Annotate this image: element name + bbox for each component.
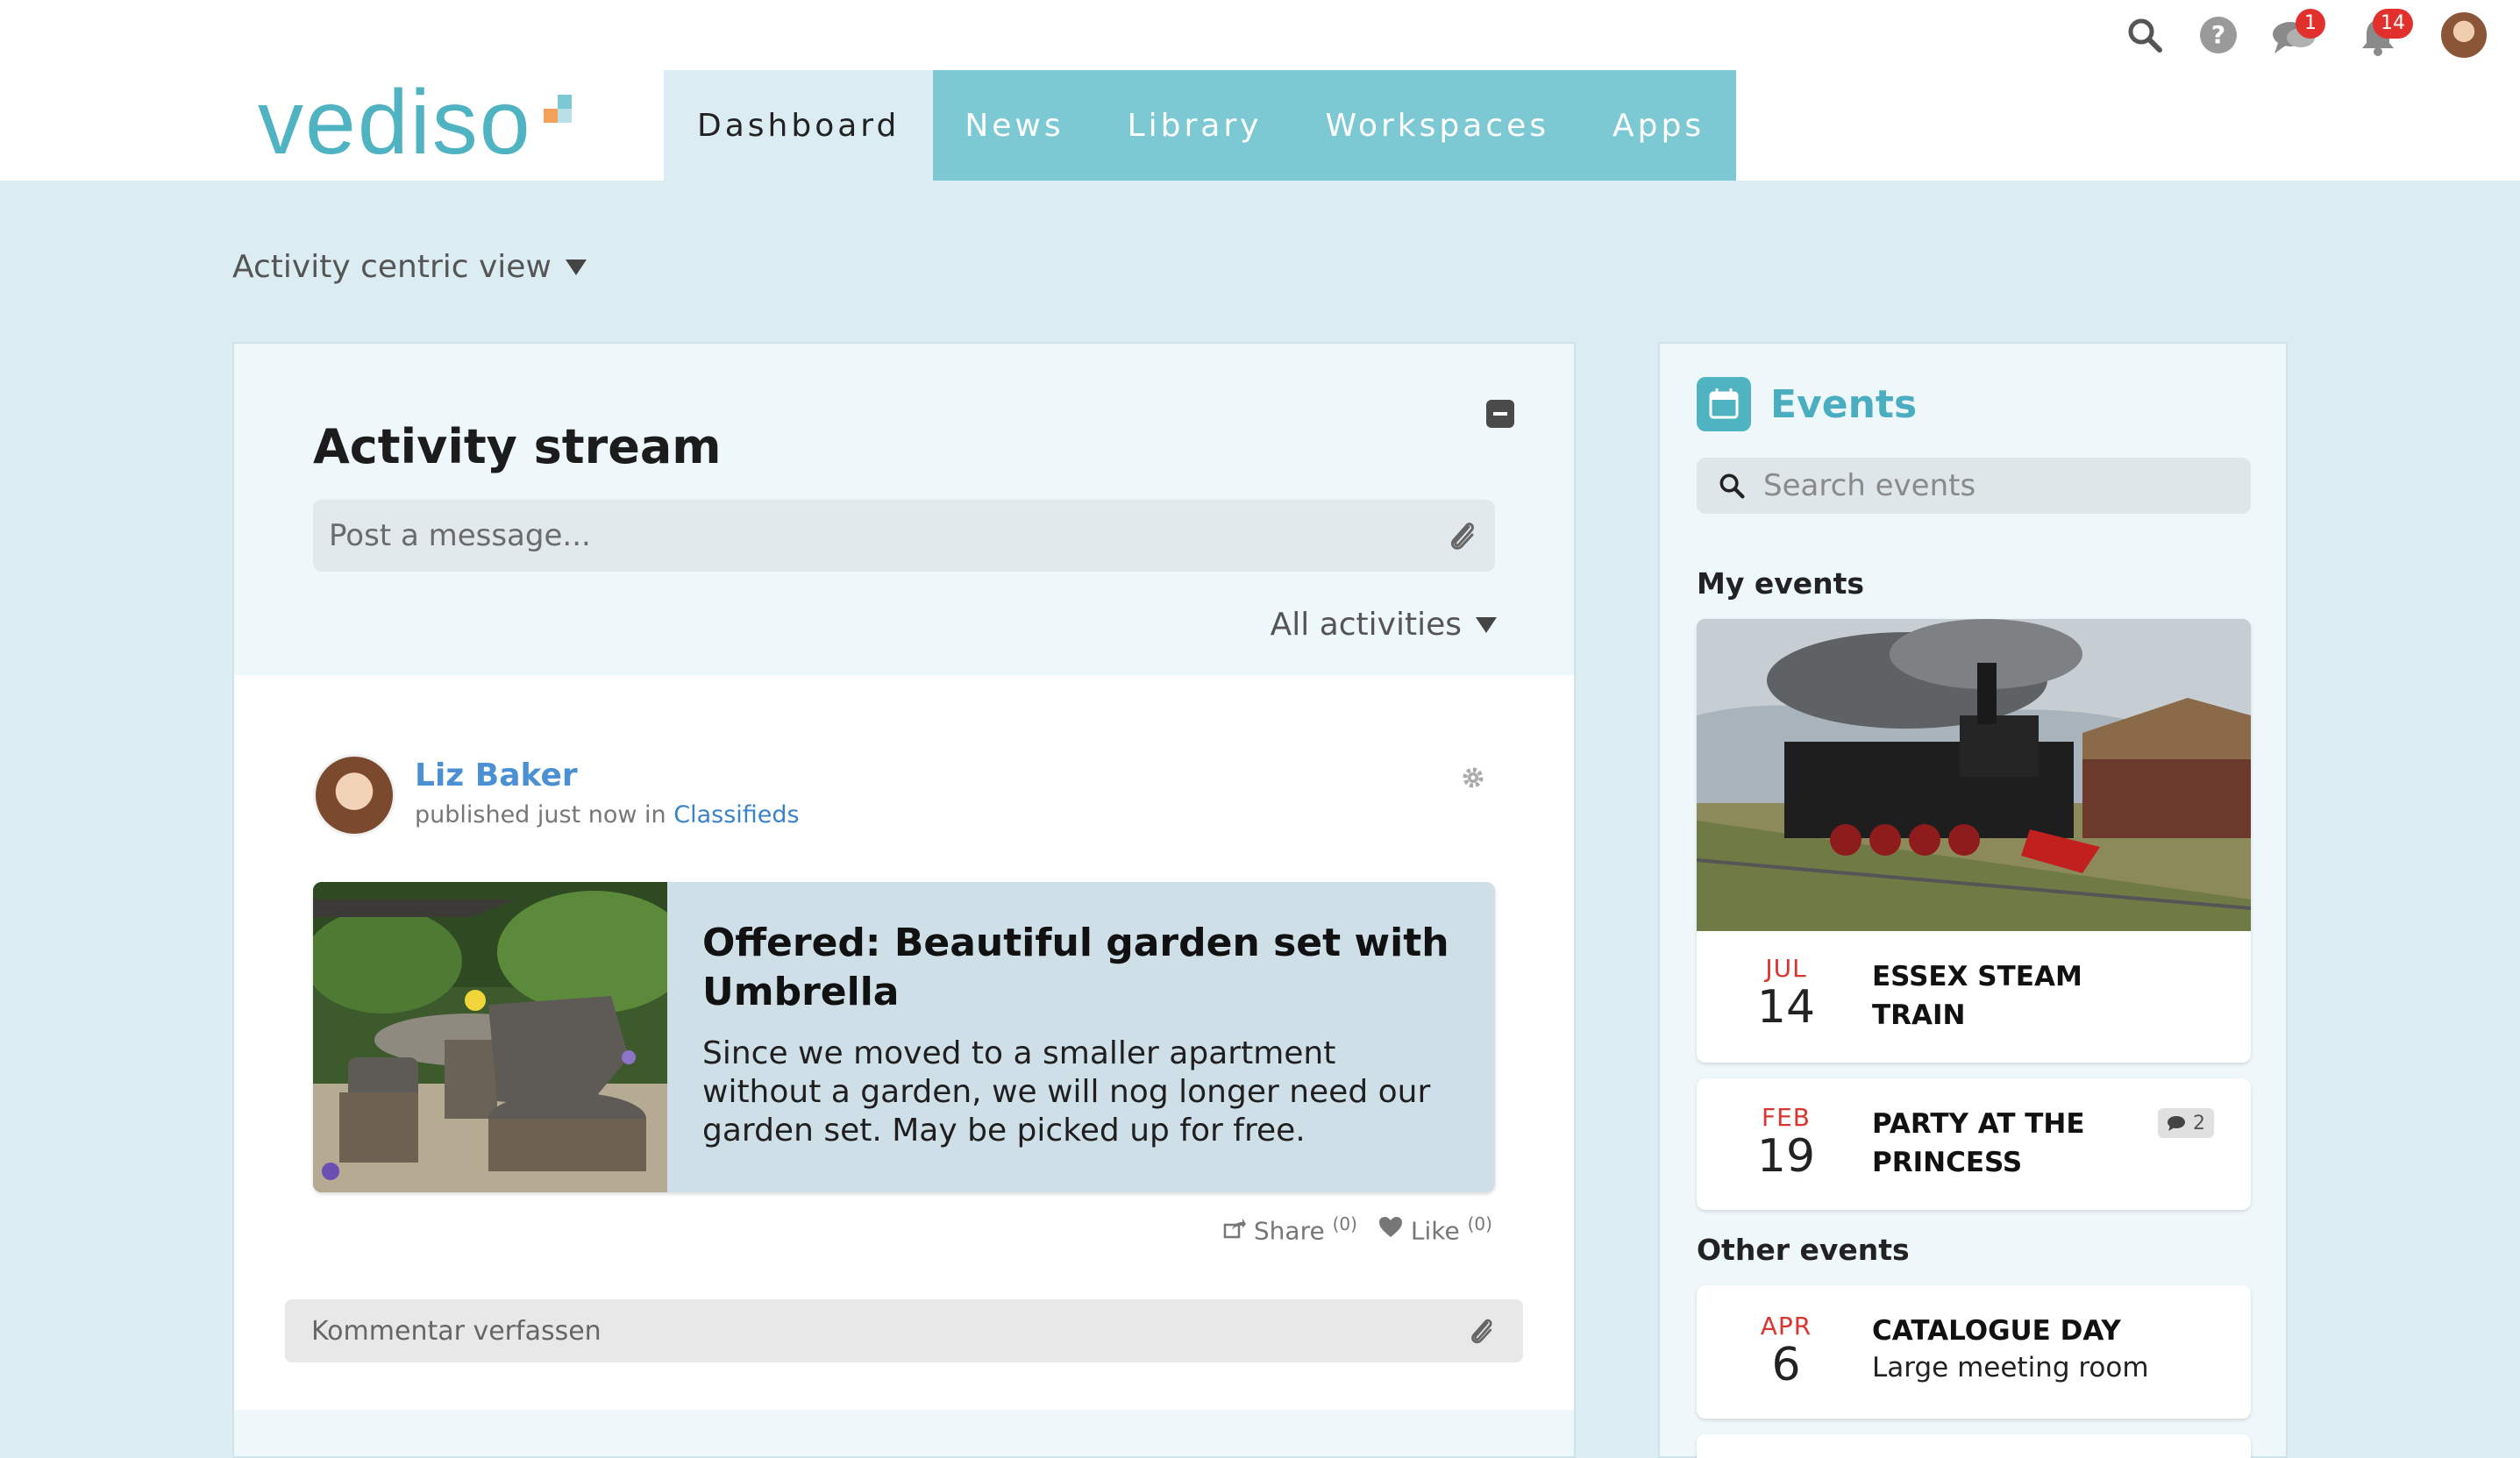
attachment-icon[interactable] <box>1465 1315 1497 1347</box>
garden-set-image <box>313 882 667 1192</box>
my-events-heading: My events <box>1697 566 1865 601</box>
view-selector-label: Activity centric view <box>232 249 552 285</box>
bell-icon[interactable]: 14 <box>2353 9 2413 61</box>
steam-train-image <box>1697 619 2251 931</box>
share-count: (0) <box>1332 1213 1357 1234</box>
tab-apps[interactable]: Apps <box>1581 70 1736 181</box>
event-date: JUL 14 <box>1697 954 1876 1032</box>
logo[interactable]: vediso <box>258 77 532 168</box>
post-meta: published just now in Classifieds <box>415 801 800 829</box>
post-divider <box>234 1410 1574 1429</box>
search-icon[interactable] <box>2120 11 2169 60</box>
tab-dashboard[interactable]: Dashboard <box>664 70 934 181</box>
activity-post: Liz Baker published just now in Classifi… <box>234 675 1574 1429</box>
event-location: Large meeting room <box>1872 1352 2149 1383</box>
activity-filter[interactable]: All activities <box>1271 607 1497 643</box>
collapse-icon[interactable] <box>1486 400 1514 428</box>
attachment-icon[interactable] <box>1444 518 1479 553</box>
event-search-input[interactable]: Search events <box>1697 458 2251 514</box>
top-header: vediso Dashboard News Library Workspaces… <box>0 0 2520 181</box>
caret-down-icon <box>1476 616 1497 633</box>
comment-placeholder: Kommentar verfassen <box>311 1315 602 1347</box>
event-day: 14 <box>1756 981 1816 1034</box>
classified-item-card[interactable]: Offered: Beautiful garden set with Umbre… <box>313 882 1495 1192</box>
chat-badge: 1 <box>2296 9 2325 39</box>
comment-count: 2 <box>2193 1112 2205 1134</box>
caret-down-icon <box>565 259 587 275</box>
comment-icon <box>2168 1116 2185 1131</box>
other-events-heading: Other events <box>1697 1233 1910 1267</box>
like-count: (0) <box>1467 1213 1492 1234</box>
tab-news[interactable]: News <box>933 70 1095 181</box>
svg-text:?: ? <box>2211 20 2225 49</box>
calendar-icon <box>1697 377 1751 431</box>
activity-filter-label: All activities <box>1270 607 1462 643</box>
like-button[interactable]: Like (0) <box>1378 1213 1492 1245</box>
main-nav: Dashboard News Library Workspaces Apps <box>664 70 1737 181</box>
share-button[interactable]: Share (0) <box>1223 1213 1357 1245</box>
post-message-placeholder: Post a message... <box>329 518 591 553</box>
gear-icon[interactable] <box>1460 765 1486 791</box>
classified-item-description: Since we moved to a smaller apartment wi… <box>702 1035 1431 1149</box>
tab-workspaces[interactable]: Workspaces <box>1293 70 1581 181</box>
post-place-link[interactable]: Classifieds <box>673 801 799 829</box>
event-card[interactable]: FEB 19 PARTY AT THE PRINCESS 2 <box>1697 1078 2251 1210</box>
like-label: Like <box>1410 1216 1460 1246</box>
classified-item-title[interactable]: Offered: Beautiful garden set with Umbre… <box>702 919 1456 1017</box>
logo-mark-icon <box>544 95 573 124</box>
view-selector[interactable]: Activity centric view <box>232 249 587 285</box>
event-card[interactable]: APR 6 CATALOGUE DAY Large meeting room <box>1697 1285 2251 1419</box>
chat-icon[interactable]: 1 <box>2269 9 2325 61</box>
event-name: CATALOGUE DAY <box>1872 1315 2121 1347</box>
event-month: FEB <box>1761 1103 1811 1132</box>
activity-stream-panel: Activity stream Post a message... All ac… <box>232 342 1576 1458</box>
events-title: Events <box>1770 382 1918 427</box>
event-search-placeholder: Search events <box>1763 468 1976 503</box>
events-panel: Events Search events My events JUL 14 ES… <box>1658 342 2288 1458</box>
event-name: ESSEX STEAM TRAIN <box>1872 961 2082 1031</box>
event-card[interactable]: JUL 14 ESSEX STEAM TRAIN <box>1697 619 2251 1063</box>
event-card[interactable] <box>1697 1434 2251 1458</box>
help-icon[interactable]: ? <box>2194 11 2243 60</box>
post-meta-text: published just now in <box>415 801 666 829</box>
event-month: APR <box>1760 1312 1812 1341</box>
search-icon <box>1719 473 1745 499</box>
comment-input[interactable]: Kommentar verfassen <box>285 1299 1523 1362</box>
user-avatar[interactable] <box>2439 11 2488 60</box>
heart-icon <box>1378 1217 1402 1238</box>
post-message-input[interactable]: Post a message... <box>313 500 1495 572</box>
event-name: PARTY AT THE PRINCESS <box>1872 1108 2085 1178</box>
tab-library[interactable]: Library <box>1096 70 1294 181</box>
comment-count-badge[interactable]: 2 <box>2158 1108 2214 1138</box>
event-day: 6 <box>1771 1339 1801 1391</box>
event-day: 19 <box>1756 1130 1816 1183</box>
activity-stream-title: Activity stream <box>313 419 722 474</box>
event-month: JUL <box>1765 954 1807 983</box>
post-actions: Share (0) Like (0) <box>1223 1213 1492 1245</box>
event-date: FEB 19 <box>1697 1103 1876 1181</box>
share-label: Share <box>1253 1216 1325 1246</box>
event-date: APR 6 <box>1697 1312 1876 1390</box>
author-name[interactable]: Liz Baker <box>415 757 578 793</box>
author-avatar[interactable] <box>313 754 395 836</box>
notification-badge: 14 <box>2373 9 2413 39</box>
share-icon <box>1223 1219 1246 1239</box>
